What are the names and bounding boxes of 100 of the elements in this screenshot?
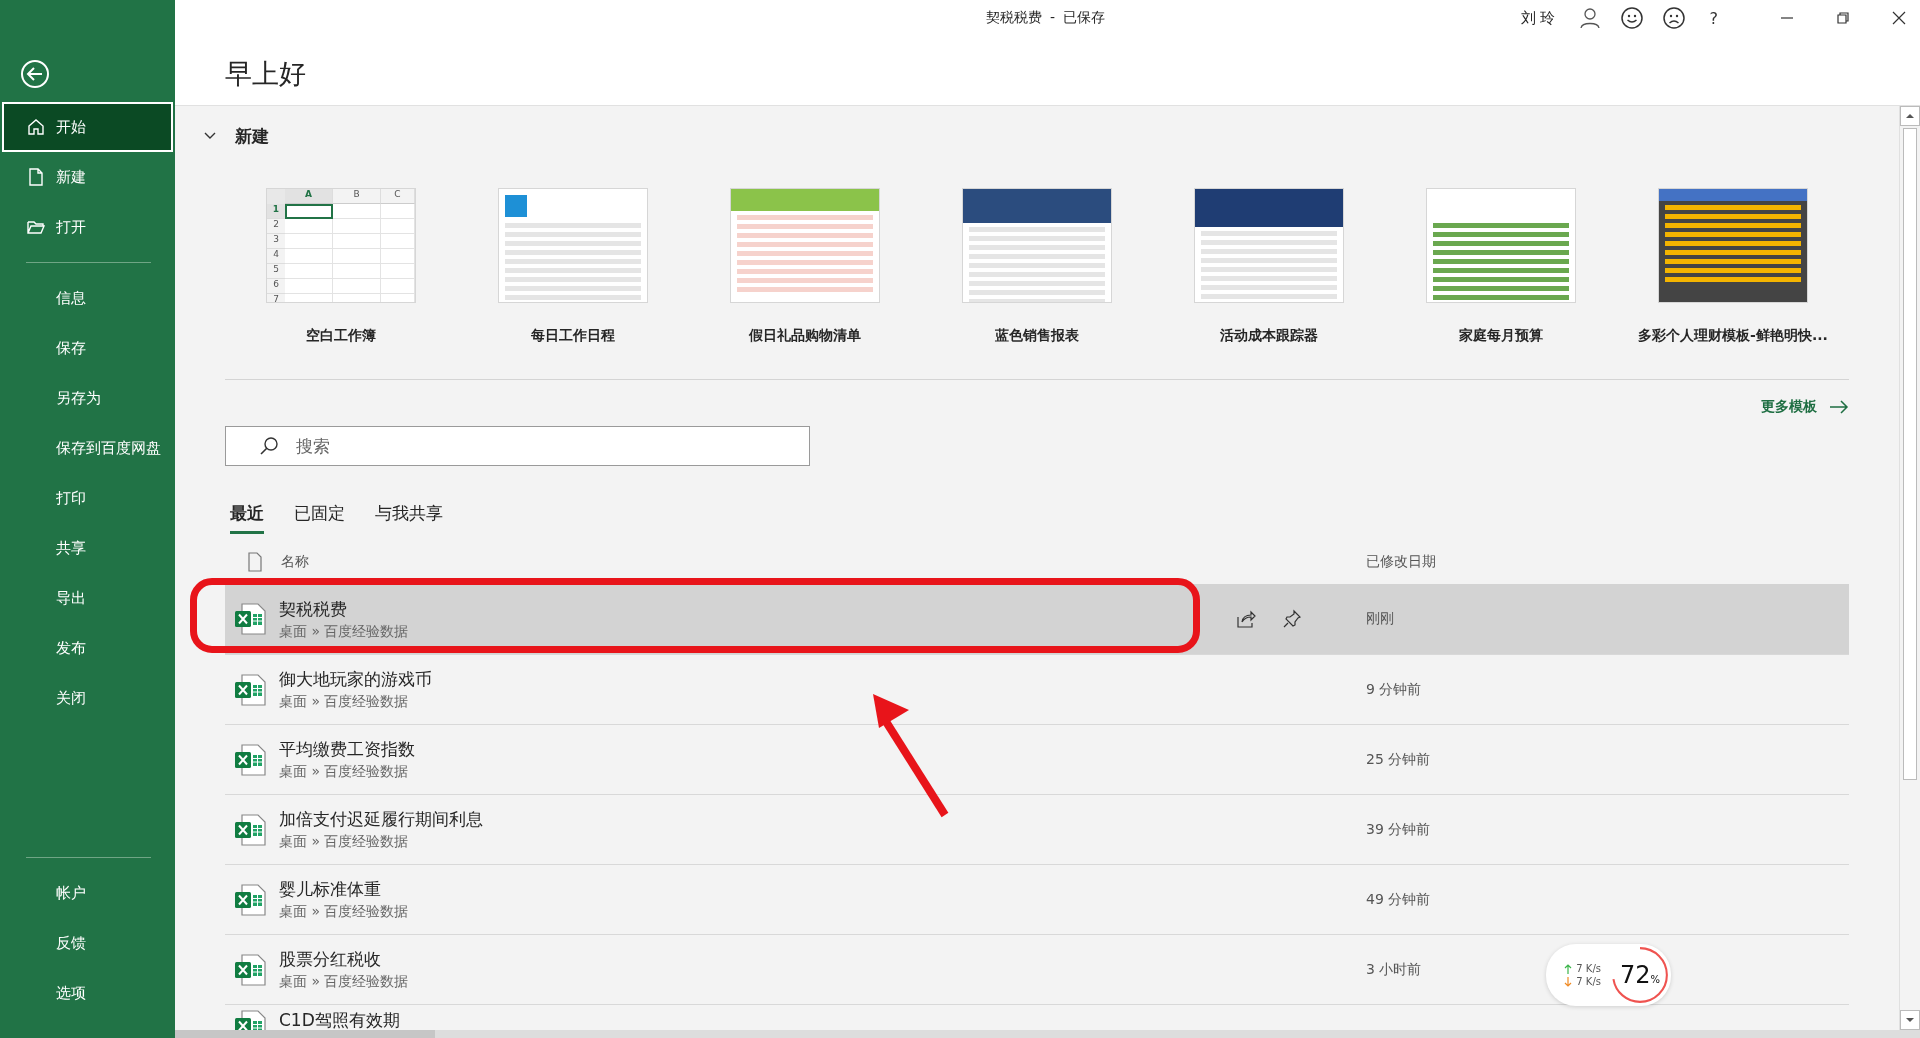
template-name[interactable]: 假日礼品购物清单: [749, 327, 861, 345]
close-icon[interactable]: [1892, 11, 1906, 25]
share-icon[interactable]: [1236, 609, 1256, 629]
template-name[interactable]: 空白工作簿: [306, 327, 376, 345]
tab[interactable]: 最近: [230, 502, 264, 534]
section-title: 新建: [235, 124, 269, 148]
horizontal-scrollbar[interactable]: [175, 1030, 1920, 1038]
modified-date: 49 分钟前: [1366, 890, 1431, 907]
file-row[interactable]: 契税税费 桌面 » 百度经验数据 刚刚: [225, 584, 1849, 654]
file-path: 桌面 » 百度经验数据: [279, 903, 410, 921]
pin-icon[interactable]: [1282, 609, 1302, 629]
search-icon: [259, 436, 279, 456]
template-name[interactable]: 家庭每月预算: [1459, 327, 1543, 345]
more-templates-link[interactable]: 更多模板: [1761, 398, 1817, 416]
template-thumbnail[interactable]: [730, 188, 880, 303]
file-path: 桌面 » 百度经验数据: [279, 622, 410, 641]
document-icon: [26, 167, 46, 187]
help-button[interactable]: ?: [1703, 8, 1724, 28]
right-arrow-icon[interactable]: [1829, 400, 1849, 414]
file-row[interactable]: 婴儿标准体重 桌面 » 百度经验数据 49 分钟前: [225, 864, 1849, 934]
sidebar-item[interactable]: 开始: [2, 102, 173, 152]
down-arrow-icon: [1564, 976, 1573, 987]
row-number: 5: [267, 264, 285, 279]
template-name[interactable]: 每日工作日程: [531, 327, 615, 345]
vertical-scrollbar[interactable]: [1899, 106, 1920, 1030]
sidebar-item[interactable]: 发布: [2, 623, 173, 673]
modified-date: 9 分钟前: [1366, 680, 1422, 697]
spreadsheet-cell: [333, 204, 381, 219]
tab[interactable]: 已固定: [294, 502, 345, 534]
file-path: 桌面 » 百度经验数据: [279, 763, 410, 781]
modified-date: 25 分钟前: [1366, 750, 1431, 767]
sidebar-item[interactable]: 打印: [2, 473, 173, 523]
column-header[interactable]: 名称: [281, 553, 1366, 571]
spreadsheet-cell: [285, 204, 333, 219]
home-icon: [26, 117, 46, 137]
scroll-down-icon[interactable]: [1900, 1010, 1920, 1030]
spreadsheet-cell: [381, 204, 415, 219]
sidebar-item[interactable]: 保存: [2, 323, 173, 373]
spreadsheet-cell: [333, 249, 381, 264]
sidebar-item[interactable]: 另存为: [2, 373, 173, 423]
spreadsheet-cell: [333, 234, 381, 249]
template-thumbnail[interactable]: [1426, 188, 1576, 303]
sidebar-item[interactable]: 信息: [2, 273, 173, 323]
file-name: C1D驾照有效期: [279, 1009, 401, 1030]
row-number: 1: [267, 204, 285, 219]
sidebar-item[interactable]: 新建: [2, 152, 173, 202]
sidebar-item[interactable]: 保存到百度网盘: [2, 423, 173, 473]
usage-percent: 72%: [1619, 961, 1661, 989]
row-number: 2: [267, 219, 285, 234]
spreadsheet-cell: [333, 219, 381, 234]
sidebar-item[interactable]: 选项: [2, 968, 173, 1018]
spreadsheet-cell: [285, 234, 333, 249]
excel-file-icon: [233, 882, 267, 917]
file-name: 加倍支付迟延履行期间利息: [279, 808, 484, 831]
spreadsheet-cell: [333, 279, 381, 294]
row-number: 6: [267, 279, 285, 294]
column-header[interactable]: 已修改日期: [1366, 553, 1849, 571]
template-thumbnail[interactable]: [498, 188, 648, 303]
sidebar-item[interactable]: 反馈: [2, 918, 173, 968]
upload-speed: 7 K/s: [1576, 963, 1601, 974]
spreadsheet-cell: [285, 219, 333, 234]
frown-icon[interactable]: [1661, 6, 1686, 30]
file-name: 婴儿标准体重: [279, 878, 382, 901]
sidebar-item[interactable]: 打开: [2, 202, 173, 252]
save-status: 已保存: [1063, 9, 1106, 27]
sidebar-item[interactable]: 关闭: [2, 673, 173, 723]
spreadsheet-cell: [381, 264, 415, 279]
file-row[interactable]: 加倍支付迟延履行期间利息 桌面 » 百度经验数据 39 分钟前: [225, 794, 1849, 864]
file-path: 桌面 » 百度经验数据: [279, 833, 410, 851]
blank-workbook-thumbnail[interactable]: A B C 1 2 3 4 5 6 7: [266, 188, 416, 303]
tab[interactable]: 与我共享: [375, 502, 443, 534]
restore-icon[interactable]: [1836, 11, 1850, 25]
search-field[interactable]: 搜索: [225, 426, 810, 466]
modified-date: 3 小时前: [1366, 960, 1422, 977]
column-header: B: [333, 189, 381, 204]
select-all-corner: [267, 189, 285, 204]
row-number: 7: [267, 294, 285, 302]
sidebar-item[interactable]: 导出: [2, 573, 173, 623]
excel-file-icon: [233, 602, 267, 636]
user-avatar-icon[interactable]: [1577, 6, 1602, 30]
modified-date: 刚刚: [1366, 610, 1394, 626]
template-name[interactable]: 活动成本跟踪器: [1220, 327, 1318, 345]
file-path: 桌面 » 百度经验数据: [279, 693, 410, 711]
sidebar-item[interactable]: 共享: [2, 523, 173, 573]
spreadsheet-cell: [285, 264, 333, 279]
column-header: C: [381, 189, 415, 204]
scroll-up-icon[interactable]: [1900, 106, 1920, 126]
template-name[interactable]: 蓝色销售报表: [995, 327, 1079, 345]
excel-file-icon: [233, 672, 267, 707]
column-header: A: [285, 189, 333, 204]
sidebar-item[interactable]: 帐户: [2, 868, 173, 918]
user-name[interactable]: 刘 玲: [1520, 8, 1556, 28]
smile-icon[interactable]: [1619, 6, 1644, 30]
template-thumbnail[interactable]: [962, 188, 1112, 303]
template-thumbnail[interactable]: [1194, 188, 1344, 303]
file-name: 契税税费: [279, 597, 348, 621]
spreadsheet-cell: [381, 234, 415, 249]
template-thumbnail[interactable]: [1658, 188, 1808, 303]
file-row[interactable]: 平均缴费工资指数 桌面 » 百度经验数据 25 分钟前: [225, 724, 1849, 794]
template-name[interactable]: 多彩个人理财模板-鲜艳明快...: [1638, 327, 1828, 345]
